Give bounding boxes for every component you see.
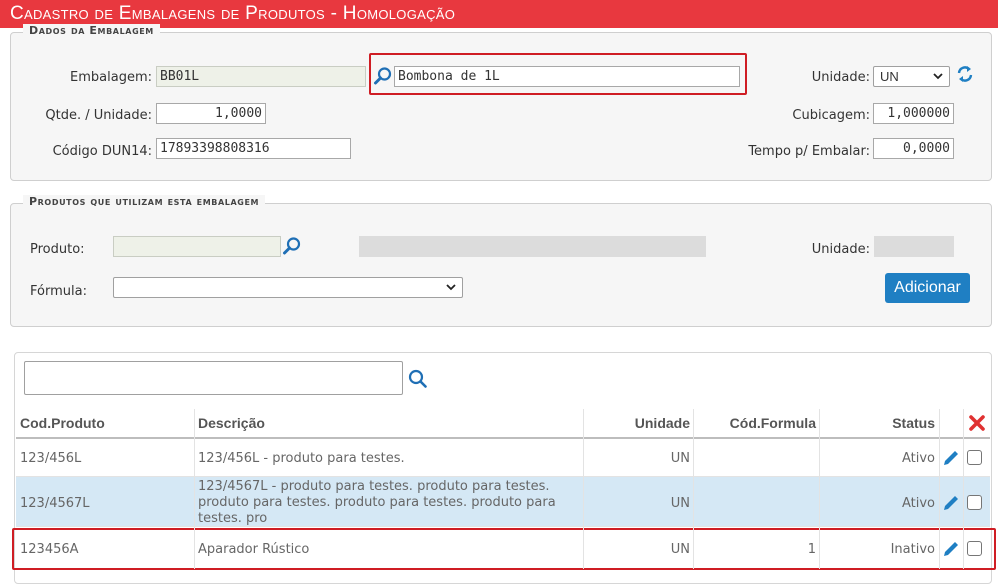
embalagem-code-field[interactable]: BB01L: [156, 66, 366, 87]
embalagem-desc-field[interactable]: Bombona de 1L: [394, 66, 740, 87]
dun14-label: Código DUN14:: [52, 144, 152, 159]
edit-icon[interactable]: [941, 448, 961, 468]
formula-select[interactable]: [113, 277, 463, 298]
dados-embalagem-legend: Dados da Embalagem: [23, 24, 160, 37]
column-separator: [194, 409, 195, 569]
cubicagem-field[interactable]: 1,000000: [873, 103, 954, 124]
qtde-field[interactable]: 1,0000: [156, 103, 266, 124]
column-separator: [819, 409, 820, 569]
dun14-field[interactable]: 17893398808316: [156, 138, 351, 159]
cell-status: Inativo: [890, 542, 935, 557]
tempo-label: Tempo p/ Embalar:: [748, 144, 870, 159]
cell-descricao: Aparador Rústico: [198, 542, 310, 557]
produto-label: Produto:: [30, 242, 85, 257]
column-separator: [693, 409, 694, 569]
unidade-select[interactable]: UN: [873, 66, 950, 87]
add-button[interactable]: Adicionar: [885, 273, 970, 303]
search-icon[interactable]: [373, 66, 393, 86]
cubicagem-label: Cubicagem:: [792, 108, 870, 123]
chevron-down-icon: [933, 73, 943, 80]
row-checkbox[interactable]: [967, 541, 982, 556]
refresh-icon[interactable]: [957, 64, 973, 84]
produto-desc-field: [359, 236, 706, 257]
produto-code-field[interactable]: [113, 236, 281, 257]
row-checkbox[interactable]: [967, 495, 982, 510]
column-separator: [583, 409, 584, 569]
formula-label: Fórmula:: [30, 284, 87, 299]
header-cod-formula[interactable]: Cód.Formula: [694, 408, 816, 438]
cell-cod-produto: 123/456L: [20, 451, 82, 466]
cell-descricao: 123/456L - produto para testes.: [198, 451, 405, 466]
column-separator: [939, 409, 940, 569]
unidade-selected-value: UN: [880, 69, 899, 84]
header-status[interactable]: Status: [820, 408, 935, 438]
header-unidade[interactable]: Unidade: [584, 408, 690, 438]
edit-icon[interactable]: [941, 539, 961, 559]
header-cod-produto[interactable]: Cod.Produto: [20, 408, 105, 438]
produto-unidade-field: [874, 236, 954, 257]
produtos-fieldset: Produtos que utilizam esta embalagem: [10, 195, 992, 327]
cell-unidade: UN: [670, 542, 690, 557]
header-descricao[interactable]: Descrição: [198, 408, 265, 438]
produtos-legend: Produtos que utilizam esta embalagem: [23, 195, 266, 208]
unidade-label: Unidade:: [811, 70, 870, 85]
produto-unidade-label: Unidade:: [811, 242, 870, 257]
delete-icon[interactable]: [968, 414, 986, 432]
column-separator: [963, 409, 964, 569]
search-icon[interactable]: [282, 236, 302, 256]
search-icon[interactable]: [408, 369, 428, 389]
cell-unidade: UN: [670, 496, 690, 511]
cell-status: Ativo: [901, 496, 935, 511]
chevron-down-icon: [446, 284, 456, 291]
cell-unidade: UN: [670, 451, 690, 466]
row-checkbox[interactable]: [967, 450, 982, 465]
cell-cod-produto: 123/4567L: [20, 496, 90, 511]
cell-cod-formula: 1: [807, 542, 816, 557]
cell-status: Ativo: [901, 451, 935, 466]
edit-icon[interactable]: [941, 493, 961, 513]
table-search-input[interactable]: [24, 361, 403, 395]
embalagem-label: Embalagem:: [70, 70, 152, 85]
qtde-label: Qtde. / Unidade:: [45, 108, 152, 123]
cell-cod-produto: 123456A: [20, 542, 79, 557]
tempo-field[interactable]: 0,0000: [873, 138, 954, 159]
cell-descricao: 123/4567L - produto para testes. produto…: [198, 479, 556, 526]
